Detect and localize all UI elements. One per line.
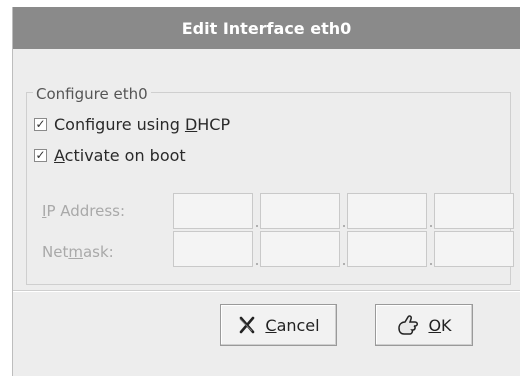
dialog-title: Edit Interface eth0 <box>181 18 352 38</box>
dhcp-checkbox-row[interactable]: ✓ Configure using DHCP <box>34 115 230 134</box>
ok-button-label: OK <box>428 315 452 335</box>
netmask-octet-1-input[interactable] <box>173 231 253 267</box>
netmask-dot-separator <box>343 263 345 265</box>
ok-button[interactable]: OK <box>375 304 473 346</box>
activate-on-boot-checkbox[interactable]: ✓ <box>34 149 47 162</box>
dialog-titlebar[interactable]: Edit Interface eth0 <box>13 7 520 49</box>
ip-octet-2-input[interactable] <box>260 193 340 229</box>
activate-on-boot-label[interactable]: Activate on boot <box>54 146 186 165</box>
ip-octet-4-input[interactable] <box>434 193 514 229</box>
activate-on-boot-row[interactable]: ✓ Activate on boot <box>34 146 186 165</box>
ip-dot-separator <box>430 225 432 227</box>
ok-hand-icon <box>396 314 420 336</box>
ip-dot-separator <box>256 225 258 227</box>
dialog-separator <box>13 290 520 292</box>
ip-address-label: IP Address: <box>42 202 126 220</box>
netmask-dot-separator <box>256 263 258 265</box>
netmask-dot-separator <box>430 263 432 265</box>
netmask-octet-4-input[interactable] <box>434 231 514 267</box>
cancel-button[interactable]: Cancel <box>220 304 337 346</box>
configure-frame-label: Configure eth0 <box>33 85 151 103</box>
ip-dot-separator <box>343 225 345 227</box>
dhcp-label[interactable]: Configure using DHCP <box>54 115 230 134</box>
cancel-x-icon <box>237 315 257 335</box>
netmask-octet-2-input[interactable] <box>260 231 340 267</box>
ip-octet-3-input[interactable] <box>347 193 427 229</box>
cancel-button-label: Cancel <box>265 315 320 335</box>
netmask-label: Netmask: <box>42 243 114 261</box>
netmask-octet-3-input[interactable] <box>347 231 427 267</box>
dhcp-checkbox[interactable]: ✓ <box>34 118 47 131</box>
ip-octet-1-input[interactable] <box>173 193 253 229</box>
dialog-window: Edit Interface eth0 Configure eth0 ✓ Con… <box>12 7 520 376</box>
